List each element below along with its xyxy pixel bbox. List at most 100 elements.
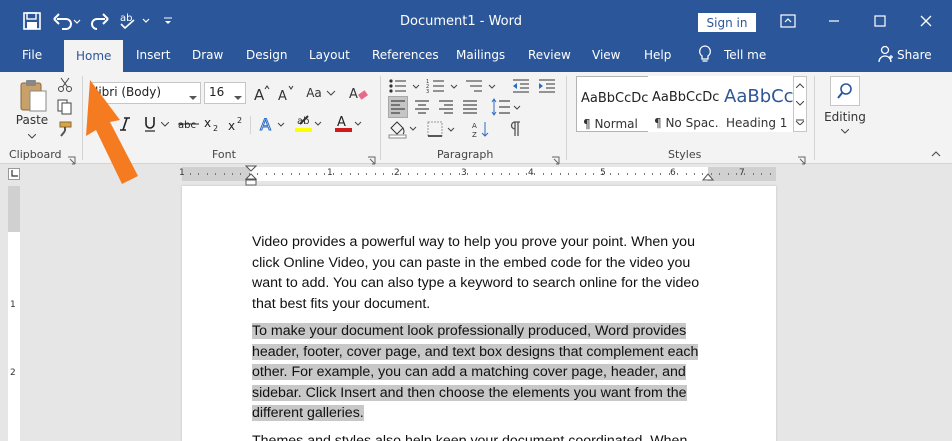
increase-indent-icon[interactable]: [536, 76, 558, 96]
tab-home[interactable]: Home: [64, 40, 124, 73]
maximize-icon[interactable]: [868, 10, 892, 32]
minimize-icon[interactable]: [822, 10, 846, 32]
tab-design[interactable]: Design: [246, 48, 287, 62]
svg-text:x: x: [228, 119, 235, 132]
close-icon[interactable]: [914, 10, 938, 32]
paste-button[interactable]: Paste: [12, 112, 52, 128]
font-size-combo[interactable]: 16: [204, 82, 246, 104]
ruler-tick: [232, 173, 233, 175]
more-styles-icon: [796, 119, 804, 125]
word-window: ab Document1 - Word Sign in File Home In…: [0, 0, 952, 441]
clipboard-launcher-icon[interactable]: [67, 150, 76, 165]
cut-icon[interactable]: [56, 76, 74, 94]
style-normal[interactable]: AaBbCcDc ¶ Normal: [576, 76, 649, 132]
styles-scroll[interactable]: [793, 76, 807, 132]
paste-dropdown-icon[interactable]: [24, 130, 40, 142]
editing-dropdown-icon[interactable]: [840, 126, 850, 136]
chevron-up-icon: [796, 83, 804, 89]
sort-icon[interactable]: AZ: [470, 118, 492, 140]
line-spacing-icon[interactable]: [490, 96, 524, 118]
align-right-icon[interactable]: [436, 96, 456, 118]
tab-view[interactable]: View: [592, 48, 620, 62]
ruler-tick: [761, 173, 763, 175]
ruler-tick: [660, 173, 662, 175]
collapse-ribbon-icon[interactable]: [928, 148, 944, 160]
decrease-indent-icon[interactable]: [510, 76, 532, 96]
tab-layout[interactable]: Layout: [309, 48, 350, 62]
text-effects-icon[interactable]: A: [258, 114, 288, 134]
font-launcher-icon[interactable]: [367, 150, 376, 165]
tab-review[interactable]: Review: [528, 48, 571, 62]
justify-icon[interactable]: [460, 96, 480, 118]
tab-draw[interactable]: Draw: [192, 48, 223, 62]
indent-markers[interactable]: [245, 164, 257, 186]
ruler-tick: [240, 173, 242, 175]
editing-button[interactable]: Editing: [822, 109, 868, 125]
grow-font-icon[interactable]: A: [252, 82, 272, 104]
paragraph-group-label: Paragraph: [437, 148, 494, 161]
tab-file[interactable]: File: [22, 48, 42, 62]
align-left-icon[interactable]: [388, 96, 408, 118]
style-no-spacing[interactable]: AaBbCcDc ¶ No Spac...: [648, 76, 726, 132]
strikethrough-icon[interactable]: abc: [178, 114, 200, 134]
paragraph-2-selected: To make your document look professionall…: [252, 321, 722, 424]
ruler-tick: [685, 173, 687, 175]
ruler-tick: [458, 173, 460, 175]
font-color-icon[interactable]: A: [334, 114, 364, 134]
copy-icon[interactable]: [56, 98, 74, 116]
show-formatting-marks-icon[interactable]: [504, 118, 524, 140]
spelling-icon[interactable]: ab: [118, 8, 152, 34]
sign-in-button[interactable]: Sign in: [698, 13, 756, 32]
paste-icon[interactable]: [16, 76, 50, 116]
tab-help[interactable]: Help: [644, 48, 671, 62]
document-page[interactable]: Video provides a powerful way to help yo…: [182, 186, 776, 441]
align-center-icon[interactable]: [412, 96, 432, 118]
ruler-tick: [383, 173, 385, 175]
subscript-icon[interactable]: x2: [204, 114, 222, 134]
font-size-value: 16: [209, 85, 225, 99]
paragraph-launcher-icon[interactable]: [551, 150, 560, 165]
underline-dropdown-icon[interactable]: [160, 118, 170, 130]
svg-text:A: A: [278, 89, 287, 102]
right-indent-marker[interactable]: [702, 170, 714, 182]
format-painter-icon[interactable]: [56, 120, 74, 138]
horizontal-ruler[interactable]: [182, 167, 776, 181]
clear-formatting-icon[interactable]: A: [348, 82, 370, 104]
multilevel-list-icon[interactable]: [464, 76, 500, 96]
tab-references[interactable]: References: [372, 48, 439, 62]
superscript-icon[interactable]: x2: [228, 114, 246, 134]
highlight-color-icon[interactable]: ab: [294, 114, 324, 134]
share-icon[interactable]: [878, 45, 894, 66]
save-icon[interactable]: [20, 8, 44, 34]
share-button[interactable]: Share: [897, 48, 932, 62]
ruler-tick: [484, 173, 485, 175]
tell-me-search[interactable]: Tell me: [724, 48, 766, 62]
tab-mailings[interactable]: Mailings: [456, 48, 505, 62]
numbering-icon[interactable]: 123: [426, 76, 462, 96]
redo-icon[interactable]: [90, 8, 110, 34]
ruler-tick: [290, 173, 292, 175]
styles-launcher-icon[interactable]: [797, 150, 806, 165]
borders-icon[interactable]: [426, 118, 460, 140]
underline-icon[interactable]: [142, 114, 158, 134]
shrink-font-icon[interactable]: A: [276, 82, 296, 104]
find-icon[interactable]: [830, 76, 860, 106]
tab-stop-selector[interactable]: [8, 168, 20, 180]
ruler-number: 6: [670, 168, 676, 178]
change-case-button[interactable]: Aa: [304, 82, 338, 104]
ruler-tick: [416, 173, 418, 175]
text-line: other. For example, you can add a matchi…: [252, 364, 686, 381]
customize-toolbar-icon[interactable]: [160, 8, 176, 34]
tab-insert[interactable]: Insert: [136, 48, 170, 62]
ribbon-display-options-icon[interactable]: [776, 10, 800, 32]
svg-text:2: 2: [237, 116, 242, 125]
svg-text:A: A: [472, 122, 477, 130]
ruler-tick: [358, 173, 359, 175]
ruler-number: 1: [179, 168, 185, 178]
separator: [566, 76, 567, 160]
bullets-icon[interactable]: [388, 76, 424, 96]
separator: [380, 76, 381, 160]
style-heading-1[interactable]: AaBbCc Heading 1: [720, 76, 794, 132]
undo-icon[interactable]: [52, 8, 82, 34]
shading-icon[interactable]: [388, 118, 422, 140]
